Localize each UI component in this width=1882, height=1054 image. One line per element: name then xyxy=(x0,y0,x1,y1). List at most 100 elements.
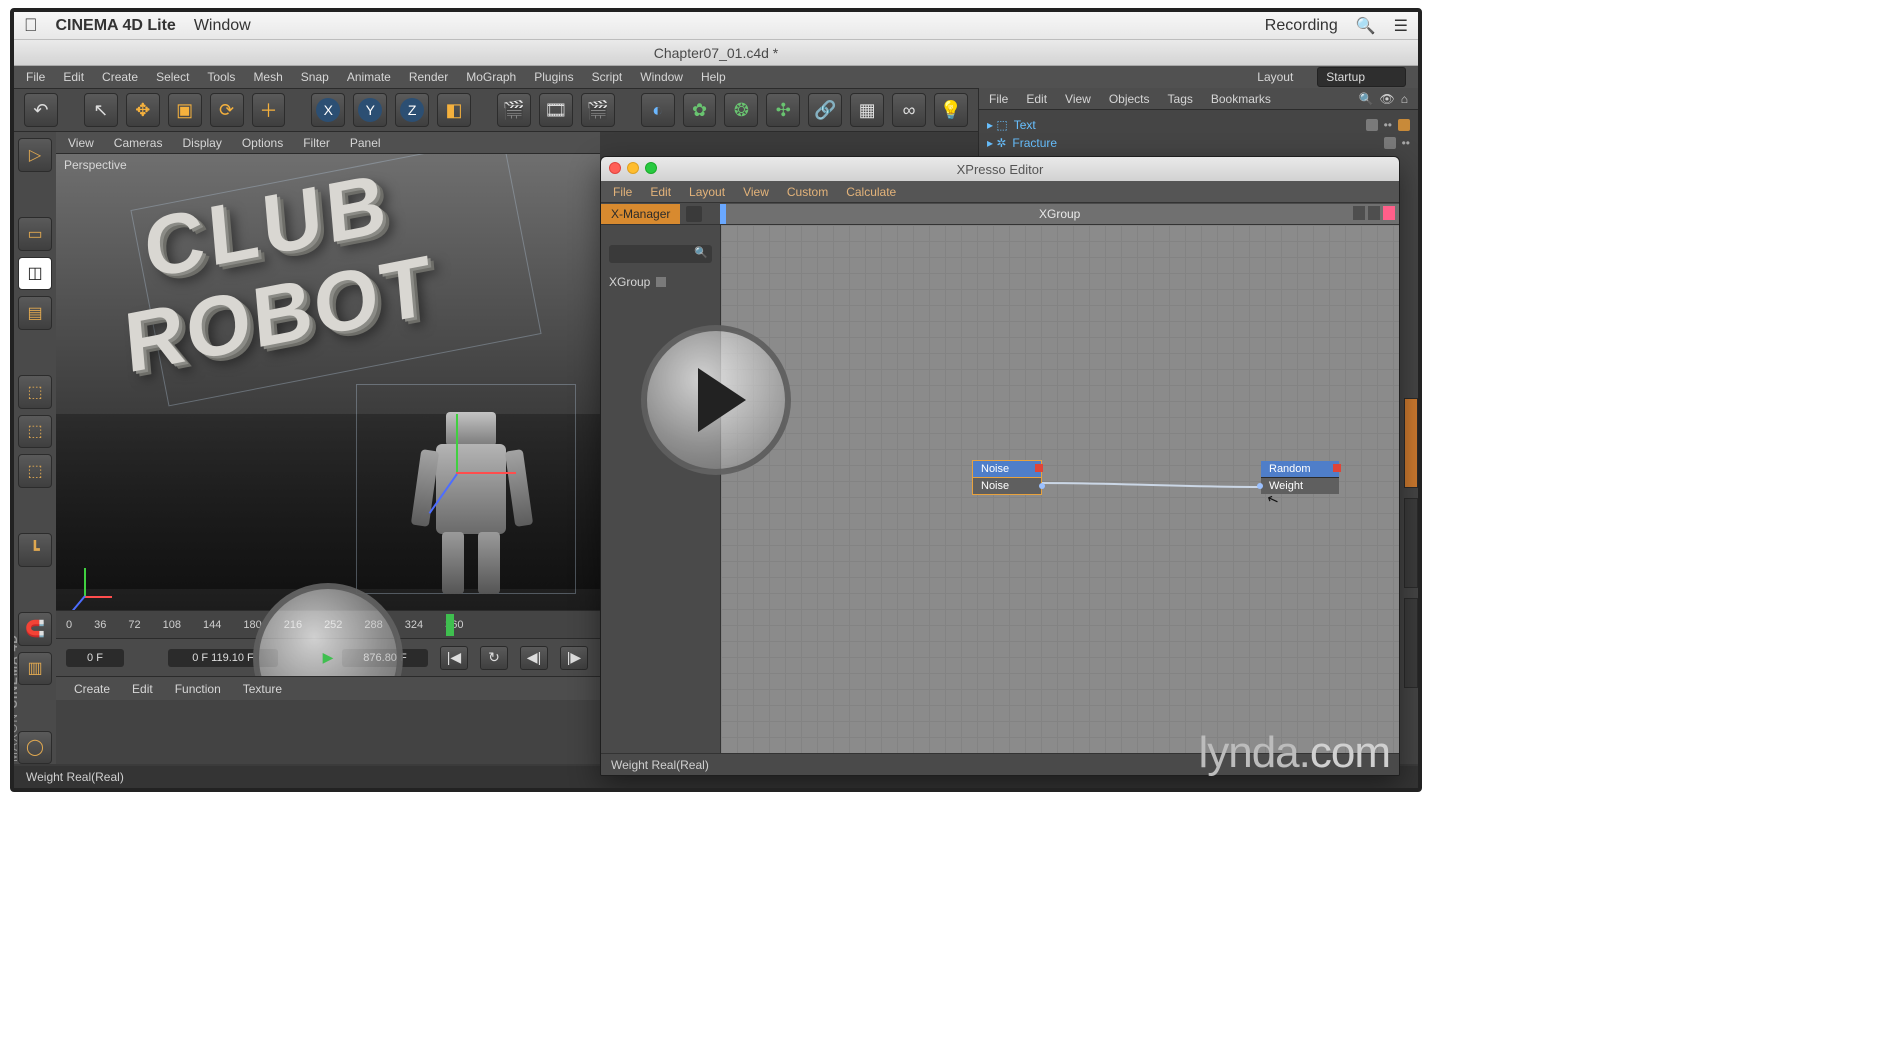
om-menu-file[interactable]: File xyxy=(989,92,1008,106)
spline-button[interactable]: ✿ xyxy=(683,93,717,127)
next-frame-button[interactable]: |▶ xyxy=(560,646,588,670)
om-search-icon[interactable]: 🔍 xyxy=(1359,92,1374,106)
y-axis-lock[interactable]: Y xyxy=(353,93,387,127)
misc-tool-button[interactable]: ◯ xyxy=(18,731,52,765)
menu-extra-icon[interactable]: ☰ xyxy=(1394,16,1408,36)
mac-menu-recording[interactable]: Recording xyxy=(1265,17,1338,35)
menu-file[interactable]: File xyxy=(26,70,45,84)
edges-mode-button[interactable]: ⬚ xyxy=(18,415,52,449)
xp-menu-custom[interactable]: Custom xyxy=(787,185,828,199)
om-item-fracture[interactable]: ▸ ✲Fracture •• xyxy=(987,134,1410,152)
video-play-button[interactable] xyxy=(641,325,791,475)
vp-menu-panel[interactable]: Panel xyxy=(350,136,381,150)
attr-tab-3[interactable] xyxy=(1404,598,1418,688)
viewport-canvas[interactable]: Perspective CLUB ROBOT xyxy=(56,154,600,610)
loop-button[interactable]: ↻ xyxy=(480,646,508,670)
noise-node[interactable]: Noise Noise xyxy=(973,461,1041,494)
menu-create[interactable]: Create xyxy=(102,70,138,84)
om-menu-view[interactable]: View xyxy=(1065,92,1091,106)
undo-button[interactable]: ↶ xyxy=(24,93,58,127)
attr-tab-2[interactable] xyxy=(1404,498,1418,588)
vp-menu-cameras[interactable]: Cameras xyxy=(114,136,163,150)
render-pv-button[interactable]: 🎞 xyxy=(539,93,573,127)
make-editable-button[interactable]: ▷ xyxy=(18,138,52,172)
mat-menu-texture[interactable]: Texture xyxy=(243,682,282,696)
xp-menu-layout[interactable]: Layout xyxy=(689,185,725,199)
render-view-button[interactable]: 🎬 xyxy=(497,93,531,127)
om-menu-tags[interactable]: Tags xyxy=(1168,92,1193,106)
xp-tab-icon[interactable] xyxy=(686,206,702,222)
snap-button[interactable]: 🧲 xyxy=(18,612,52,646)
menu-mograph[interactable]: MoGraph xyxy=(466,70,516,84)
goto-start-button[interactable]: |◀ xyxy=(440,646,468,670)
deformer-button[interactable]: ✣ xyxy=(766,93,800,127)
texture-mode-button[interactable]: ◫ xyxy=(18,257,52,291)
x-axis-lock[interactable]: X xyxy=(311,93,345,127)
environment-button[interactable]: 🔗 xyxy=(808,93,842,127)
vp-menu-display[interactable]: Display xyxy=(182,136,221,150)
bulb-button[interactable]: 💡 xyxy=(934,93,968,127)
mac-app-name[interactable]: CINEMA 4D Lite xyxy=(56,17,176,35)
axis-mode-button[interactable]: ┗ xyxy=(18,533,52,567)
xgroup-tree-item[interactable]: XGroup xyxy=(609,275,712,289)
rotate-tool[interactable]: ⟳ xyxy=(210,93,244,127)
xpresso-search[interactable] xyxy=(609,245,712,263)
xpresso-traffic-lights[interactable] xyxy=(609,162,657,174)
mat-menu-function[interactable]: Function xyxy=(175,682,221,696)
mac-menu-window[interactable]: Window xyxy=(194,17,251,35)
xp-menu-calculate[interactable]: Calculate xyxy=(846,185,896,199)
om-item-text[interactable]: ▸ ⬚Text •• xyxy=(987,116,1410,134)
menu-script[interactable]: Script xyxy=(592,70,623,84)
menu-tools[interactable]: Tools xyxy=(207,70,235,84)
move-tool[interactable]: ✥ xyxy=(126,93,160,127)
menu-animate[interactable]: Animate xyxy=(347,70,391,84)
prev-frame-button[interactable]: ◀| xyxy=(520,646,548,670)
spotlight-icon[interactable]: 🔍 xyxy=(1356,16,1376,36)
om-menu-bookmarks[interactable]: Bookmarks xyxy=(1211,92,1271,106)
workplane-mode-button[interactable]: ▤ xyxy=(18,296,52,330)
mat-menu-create[interactable]: Create xyxy=(74,682,110,696)
primitive-button[interactable]: ◐ xyxy=(641,93,675,127)
xp-menu-file[interactable]: File xyxy=(613,185,632,199)
scale-tool[interactable]: ▣ xyxy=(168,93,202,127)
random-node[interactable]: Random Weight xyxy=(1261,461,1339,494)
om-menu-edit[interactable]: Edit xyxy=(1026,92,1047,106)
om-home-icon[interactable]: ⌂ xyxy=(1401,92,1408,106)
layout-dropdown[interactable]: Startup xyxy=(1317,67,1406,87)
vp-menu-filter[interactable]: Filter xyxy=(303,136,330,150)
light-button[interactable]: ∞ xyxy=(892,93,926,127)
points-mode-button[interactable]: ⬚ xyxy=(18,375,52,409)
xpresso-titlebar[interactable]: XPresso Editor xyxy=(601,157,1399,181)
place-tool[interactable]: ＋ xyxy=(252,93,286,127)
generator-button[interactable]: ❂ xyxy=(724,93,758,127)
om-menu-objects[interactable]: Objects xyxy=(1109,92,1150,106)
render-settings-button[interactable]: 🎬 xyxy=(581,93,615,127)
menu-window[interactable]: Window xyxy=(640,70,683,84)
menu-render[interactable]: Render xyxy=(409,70,448,84)
vp-menu-options[interactable]: Options xyxy=(242,136,283,150)
menu-edit[interactable]: Edit xyxy=(63,70,84,84)
menu-plugins[interactable]: Plugins xyxy=(534,70,573,84)
xmanager-tab[interactable]: X-Manager xyxy=(601,204,680,224)
z-axis-lock[interactable]: Z xyxy=(395,93,429,127)
live-select-tool[interactable]: ↖ xyxy=(84,93,118,127)
coord-system-button[interactable]: ◧ xyxy=(437,93,471,127)
attr-tab-1[interactable] xyxy=(1404,398,1418,488)
xp-menu-view[interactable]: View xyxy=(743,185,769,199)
om-tree[interactable]: ▸ ⬚Text •• ▸ ✲Fracture •• xyxy=(979,110,1418,158)
locked-workplane-button[interactable]: ▥ xyxy=(18,652,52,686)
vp-menu-view[interactable]: View xyxy=(68,136,94,150)
camera-button[interactable]: ▦ xyxy=(850,93,884,127)
om-filter-icon[interactable]: 👁 xyxy=(1380,92,1395,106)
xp-menu-edit[interactable]: Edit xyxy=(650,185,671,199)
xgroup-tab[interactable]: XGroup xyxy=(720,204,1399,224)
xpresso-canvas[interactable]: Noise Noise Random Weight ↖ xyxy=(721,225,1399,753)
polys-mode-button[interactable]: ⬚ xyxy=(18,454,52,488)
menu-snap[interactable]: Snap xyxy=(301,70,329,84)
menu-help[interactable]: Help xyxy=(701,70,726,84)
menu-select[interactable]: Select xyxy=(156,70,189,84)
model-mode-button[interactable]: ▭ xyxy=(18,217,52,251)
menu-mesh[interactable]: Mesh xyxy=(253,70,282,84)
frame-start-field[interactable]: 0 F xyxy=(66,649,124,667)
apple-menu-icon[interactable]:  xyxy=(24,15,38,36)
